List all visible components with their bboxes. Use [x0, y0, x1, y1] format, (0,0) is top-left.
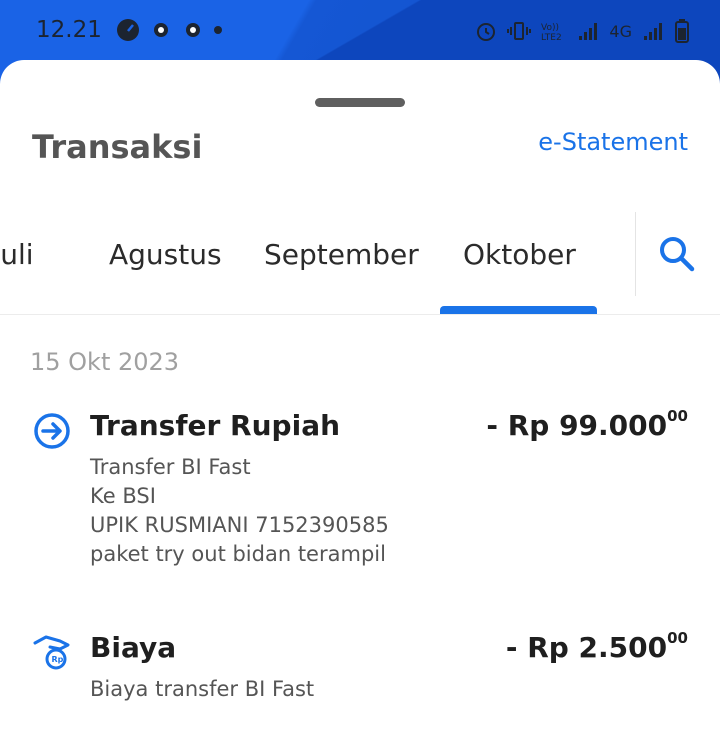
battery-icon — [675, 19, 689, 43]
signal-icon — [579, 23, 598, 40]
signal-icon — [644, 23, 662, 40]
tab-juli[interactable]: Juli — [0, 238, 34, 271]
app-notification-icon — [186, 23, 200, 37]
active-tab-indicator — [440, 306, 597, 314]
tab-september[interactable]: September — [264, 238, 419, 271]
system-icons: Vo)) LTE2 4G — [475, 18, 690, 44]
transaction-details: Transfer BI Fast Ke BSI UPIK RUSMIANI 71… — [90, 453, 389, 569]
drag-handle[interactable] — [315, 98, 405, 107]
fee-hand-icon: Rp — [32, 631, 72, 671]
svg-text:Rp: Rp — [52, 655, 64, 664]
date-header: 15 Okt 2023 — [30, 348, 180, 376]
transaction-title: Transfer Rupiah — [90, 409, 341, 442]
more-notifications-dot — [214, 26, 222, 34]
detail-line: Ke BSI — [90, 484, 156, 508]
svg-text:Vo)): Vo)) — [541, 23, 559, 33]
detail-line: Biaya transfer BI Fast — [90, 677, 315, 701]
search-button[interactable] — [655, 232, 699, 276]
tab-agustus[interactable]: Agustus — [109, 238, 222, 271]
transaction-title: Biaya — [90, 631, 177, 664]
vibrate-icon — [507, 22, 532, 40]
volte-icon: Vo))LTE2 — [541, 23, 562, 42]
tabs-divider — [0, 314, 720, 315]
app-notification-icon — [154, 23, 168, 37]
alarm-icon — [477, 23, 496, 41]
speedometer-icon — [117, 19, 139, 41]
tab-oktober[interactable]: Oktober — [463, 238, 576, 271]
detail-line: UPIK RUSMIANI 7152390585 — [90, 513, 389, 537]
transaction-amount: - Rp 99.00000 — [486, 406, 688, 442]
network-type: 4G — [609, 21, 632, 41]
e-statement-link[interactable]: e-Statement — [538, 128, 688, 156]
notification-icons — [116, 18, 222, 42]
transfer-arrow-icon — [32, 411, 72, 451]
month-tabs: Juli Agustus September Oktober — [0, 210, 720, 315]
status-time: 12.21 — [36, 17, 102, 43]
tab-divider — [635, 212, 636, 296]
search-icon — [660, 237, 695, 272]
detail-line: Transfer BI Fast — [90, 455, 251, 479]
transaction-details: Biaya transfer BI Fast — [90, 675, 314, 704]
page-title: Transaksi — [32, 128, 203, 166]
transaction-sheet: Transaksi e-Statement Juli Agustus Septe… — [0, 60, 720, 747]
transaction-amount: - Rp 2.50000 — [505, 628, 688, 664]
svg-text:LTE2: LTE2 — [541, 33, 562, 42]
detail-line: paket try out bidan terampil — [90, 542, 386, 566]
